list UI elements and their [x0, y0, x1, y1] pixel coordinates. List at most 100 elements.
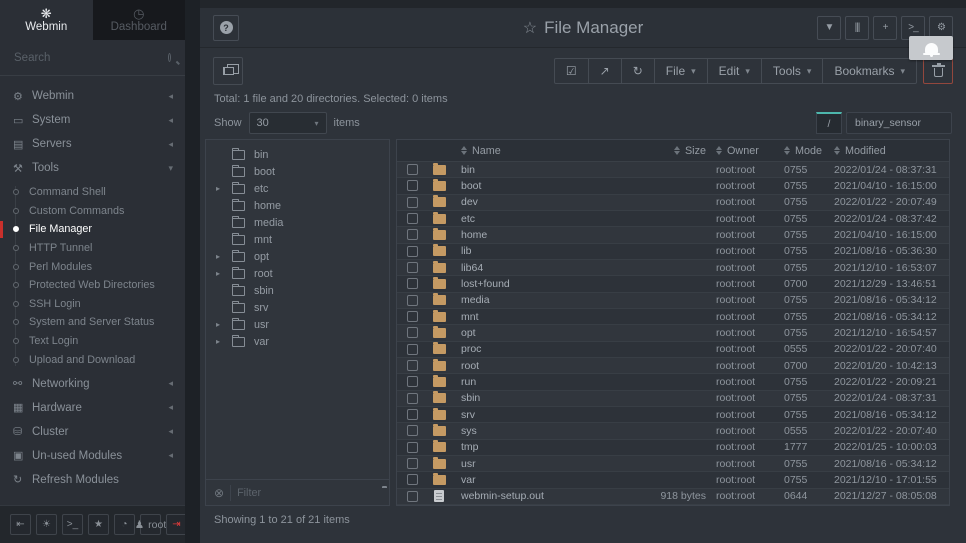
- row-checkbox[interactable]: [407, 262, 418, 273]
- sidebar-section[interactable]: ▤ Servers ◂: [0, 132, 185, 156]
- tree-item[interactable]: ▸ var: [206, 333, 389, 350]
- row-checkbox[interactable]: [407, 474, 418, 485]
- delete-button[interactable]: [923, 58, 953, 84]
- tree-item[interactable]: ▸ mnt: [206, 231, 389, 248]
- row-checkbox[interactable]: [407, 278, 418, 289]
- table-row[interactable]: home root:root 0755 2021/04/10 - 16:15:0…: [397, 227, 949, 243]
- row-checkbox[interactable]: [407, 327, 418, 338]
- column-header-mode[interactable]: Mode: [784, 145, 834, 157]
- column-header-name[interactable]: Name: [461, 145, 631, 157]
- refresh-button[interactable]: ↻: [621, 59, 654, 83]
- expand-arrow-icon[interactable]: ▸: [216, 269, 232, 278]
- columns-button[interactable]: |||: [845, 16, 869, 40]
- sidebar-section[interactable]: ▭ System ◂: [0, 108, 185, 132]
- cell-name[interactable]: usr: [461, 458, 631, 470]
- table-row[interactable]: sys root:root 0555 2022/01/22 - 20:07:40: [397, 423, 949, 439]
- favorites-button[interactable]: ★: [88, 514, 109, 535]
- expand-arrow-icon[interactable]: ▸: [216, 337, 232, 346]
- tree-item[interactable]: ▸ media: [206, 214, 389, 231]
- cell-name[interactable]: proc: [461, 343, 631, 355]
- tree-item[interactable]: ▸ boot: [206, 163, 389, 180]
- table-row[interactable]: srv root:root 0755 2021/08/16 - 05:34:12: [397, 407, 949, 423]
- share-button[interactable]: ↗: [588, 59, 621, 83]
- table-row[interactable]: proc root:root 0555 2022/01/22 - 20:07:4…: [397, 342, 949, 358]
- row-checkbox[interactable]: [407, 246, 418, 257]
- row-checkbox[interactable]: [407, 458, 418, 469]
- sidebar-item[interactable]: Perl Modules: [0, 257, 185, 276]
- menu-tools[interactable]: Tools▾: [761, 59, 823, 83]
- sidebar-section[interactable]: ▦ Hardware ◂: [0, 396, 185, 420]
- cell-name[interactable]: bin: [461, 164, 631, 176]
- table-row[interactable]: bin root:root 0755 2022/01/24 - 08:37:31: [397, 162, 949, 178]
- table-row[interactable]: usr root:root 0755 2021/08/16 - 05:34:12: [397, 456, 949, 472]
- sidebar-section[interactable]: ⛁ Cluster ◂: [0, 420, 185, 444]
- row-checkbox[interactable]: [407, 344, 418, 355]
- table-row[interactable]: var root:root 0755 2021/12/10 - 17:01:55: [397, 472, 949, 488]
- root-path-button[interactable]: /: [816, 112, 842, 134]
- cell-name[interactable]: lib64: [461, 262, 631, 274]
- table-row[interactable]: sbin root:root 0755 2022/01/24 - 08:37:3…: [397, 391, 949, 407]
- row-checkbox[interactable]: [407, 491, 418, 502]
- cell-name[interactable]: sys: [461, 425, 631, 437]
- tree-item[interactable]: ▸ sbin: [206, 282, 389, 299]
- table-row[interactable]: root root:root 0700 2022/01/20 - 10:42:1…: [397, 358, 949, 374]
- row-checkbox[interactable]: [407, 229, 418, 240]
- cell-name[interactable]: webmin-setup.out: [461, 490, 631, 502]
- table-row[interactable]: run root:root 0755 2022/01/22 - 20:09:21: [397, 374, 949, 390]
- expand-arrow-icon[interactable]: ▸: [216, 320, 232, 329]
- select-all-button[interactable]: ☑: [555, 59, 588, 83]
- cell-name[interactable]: media: [461, 294, 631, 306]
- logout-button[interactable]: ⇥: [166, 514, 187, 535]
- sidebar-item[interactable]: HTTP Tunnel: [0, 239, 185, 258]
- sidebar-section[interactable]: ↻ Refresh Modules: [0, 468, 185, 492]
- table-row[interactable]: mnt root:root 0755 2021/08/16 - 05:34:12: [397, 309, 949, 325]
- cell-name[interactable]: lost+found: [461, 278, 631, 290]
- language-button[interactable]: ◔: [114, 514, 135, 535]
- sidebar-item[interactable]: File Manager: [0, 220, 185, 239]
- table-row[interactable]: dev root:root 0755 2022/01/22 - 20:07:49: [397, 195, 949, 211]
- row-checkbox[interactable]: [407, 425, 418, 436]
- sidebar-item[interactable]: SSH Login: [0, 295, 185, 314]
- cell-name[interactable]: sbin: [461, 392, 631, 404]
- sidebar-item[interactable]: Upload and Download: [0, 350, 185, 369]
- sidebar-item[interactable]: Command Shell: [0, 183, 185, 202]
- cell-name[interactable]: tmp: [461, 441, 631, 453]
- row-checkbox[interactable]: [407, 442, 418, 453]
- menu-bookmarks[interactable]: Bookmarks▾: [822, 59, 916, 83]
- add-button[interactable]: +: [873, 16, 897, 40]
- expand-arrow-icon[interactable]: ▸: [216, 184, 232, 193]
- tab-webmin[interactable]: ❋ Webmin: [0, 0, 93, 40]
- cell-name[interactable]: etc: [461, 213, 631, 225]
- tree-item[interactable]: ▸ home: [206, 197, 389, 214]
- sidebar-item[interactable]: System and Server Status: [0, 313, 185, 332]
- search-input[interactable]: [14, 52, 168, 64]
- filter-button[interactable]: ▼: [817, 16, 841, 40]
- sidebar-section[interactable]: ⚯ Networking ◂: [0, 372, 185, 396]
- tree-item[interactable]: ▸ bin: [206, 146, 389, 163]
- cell-name[interactable]: lib: [461, 245, 631, 257]
- copy-path-button[interactable]: [213, 57, 243, 85]
- cell-name[interactable]: dev: [461, 196, 631, 208]
- row-checkbox[interactable]: [407, 393, 418, 404]
- row-checkbox[interactable]: [407, 295, 418, 306]
- tab-dashboard[interactable]: ◷ Dashboard: [93, 0, 186, 40]
- row-checkbox[interactable]: [407, 409, 418, 420]
- row-checkbox[interactable]: [407, 180, 418, 191]
- table-row[interactable]: opt root:root 0755 2021/12/10 - 16:54:57: [397, 325, 949, 341]
- sidebar-item[interactable]: Text Login: [0, 332, 185, 351]
- column-header-size[interactable]: Size: [631, 145, 716, 157]
- sidebar-section[interactable]: ⚙ Webmin ◂: [0, 84, 185, 108]
- tree-item[interactable]: ▸ etc: [206, 180, 389, 197]
- table-row[interactable]: tmp root:root 1777 2022/01/25 - 10:00:03: [397, 440, 949, 456]
- row-checkbox[interactable]: [407, 164, 418, 175]
- table-row[interactable]: lost+found root:root 0700 2021/12/29 - 1…: [397, 276, 949, 292]
- tree-item[interactable]: ▸ usr: [206, 316, 389, 333]
- cell-name[interactable]: opt: [461, 327, 631, 339]
- cell-name[interactable]: run: [461, 376, 631, 388]
- theme-button[interactable]: ☀: [36, 514, 57, 535]
- menu-file[interactable]: File▾: [654, 59, 707, 83]
- sidebar-item[interactable]: Custom Commands: [0, 202, 185, 221]
- table-row[interactable]: lib64 root:root 0755 2021/12/10 - 16:53:…: [397, 260, 949, 276]
- cell-name[interactable]: home: [461, 229, 631, 241]
- column-header-modified[interactable]: Modified: [834, 145, 949, 157]
